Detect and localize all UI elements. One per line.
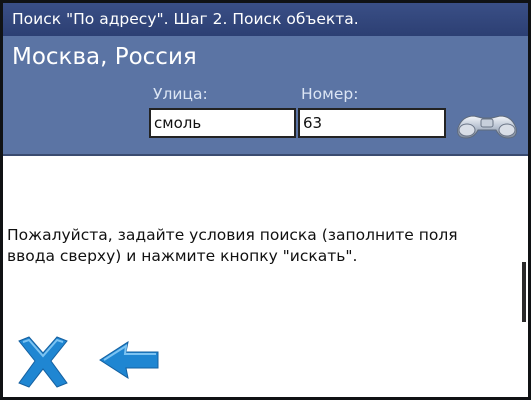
location-title: Москва, Россия	[12, 44, 197, 70]
street-input[interactable]	[149, 108, 296, 138]
back-button[interactable]	[98, 339, 160, 381]
content-area: Пожалуйста, задайте условия поиска (запо…	[3, 156, 519, 397]
back-arrow-icon	[99, 340, 159, 380]
search-button[interactable]	[452, 104, 522, 144]
house-number-input[interactable]	[298, 108, 446, 138]
binoculars-icon	[457, 115, 517, 139]
close-x-icon	[18, 336, 68, 388]
scrollbar-thumb[interactable]	[522, 262, 526, 322]
search-header-panel: Москва, Россия Улица: Номер:	[3, 36, 528, 156]
number-label: Номер:	[301, 85, 359, 103]
window-title: Поиск "По адресу". Шаг 2. Поиск объекта.	[3, 3, 528, 36]
instruction-text: Пожалуйста, задайте условия поиска (запо…	[7, 226, 458, 265]
street-label: Улица:	[153, 85, 208, 103]
close-button[interactable]	[15, 335, 71, 389]
